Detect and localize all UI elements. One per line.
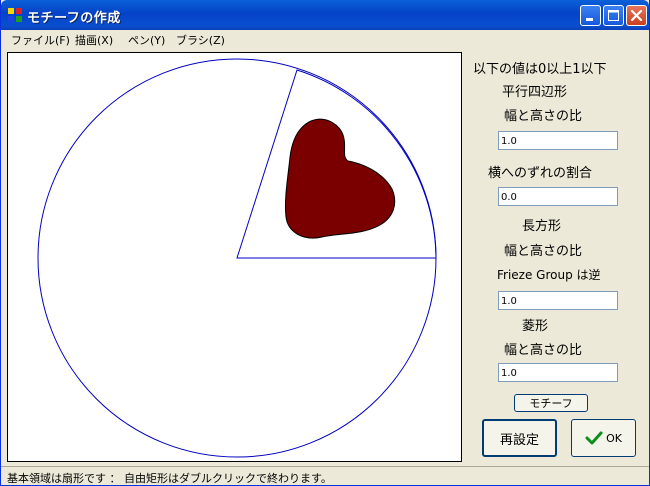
menu-draw[interactable]: 描画(X) bbox=[75, 32, 113, 48]
menu-bar: ファイル(F) 描画(X) ペン(Y) ブラシ(Z) bbox=[1, 30, 649, 50]
rectangle-ratio-label: 幅と高さの比 bbox=[504, 244, 583, 259]
status-text: 基本領域は扇形です ： 自由矩形はダブルクリックで終わります。 bbox=[7, 472, 332, 485]
maximize-button[interactable] bbox=[603, 5, 624, 26]
motif-shape[interactable] bbox=[285, 118, 396, 239]
ok-button-label: OK bbox=[606, 431, 622, 445]
window-title: モチーフの作成 bbox=[27, 11, 121, 26]
drawing-canvas[interactable] bbox=[7, 52, 462, 462]
rhombus-ratio-input[interactable] bbox=[498, 363, 618, 382]
settings-panel: 以下の値は0以上1以下 平行四辺形 幅と高さの比 横へのずれの割合 長方形 幅と… bbox=[466, 52, 648, 462]
minimize-button[interactable] bbox=[580, 5, 601, 26]
rectangle-ratio-input[interactable] bbox=[498, 291, 618, 310]
ok-button[interactable]: OK bbox=[571, 419, 636, 457]
maximize-icon bbox=[608, 10, 619, 21]
close-icon bbox=[630, 9, 643, 22]
status-bar: 基本領域は扇形です ： 自由矩形はダブルクリックで終わります。 bbox=[1, 466, 649, 485]
app-icon bbox=[8, 8, 22, 22]
shift-input[interactable] bbox=[498, 187, 618, 206]
close-button[interactable] bbox=[626, 5, 647, 26]
range-heading: 以下の値は0以上1以下 bbox=[473, 62, 607, 77]
main-window: モチーフの作成 ファイル(F) 描画(X) ペン(Y) ブラシ(Z) 以下の値は… bbox=[0, 0, 650, 486]
menu-brush[interactable]: ブラシ(Z) bbox=[176, 32, 225, 48]
frieze-label: Frieze Group は逆 bbox=[497, 268, 601, 282]
motif-button[interactable]: モチーフ bbox=[514, 394, 588, 412]
minimize-icon bbox=[586, 18, 593, 21]
menu-pen[interactable]: ペン(Y) bbox=[128, 32, 165, 48]
parallelogram-label: 平行四辺形 bbox=[502, 85, 568, 100]
parallelogram-ratio-input[interactable] bbox=[498, 131, 618, 150]
menu-file[interactable]: ファイル(F) bbox=[11, 32, 70, 48]
shift-label: 横へのずれの割合 bbox=[488, 166, 593, 181]
rectangle-label: 長方形 bbox=[522, 219, 562, 234]
reset-button[interactable]: 再設定 bbox=[482, 419, 557, 457]
parallelogram-ratio-label: 幅と高さの比 bbox=[504, 109, 583, 124]
rhombus-label: 菱形 bbox=[522, 319, 549, 334]
checkmark-icon bbox=[585, 431, 603, 445]
title-bar[interactable]: モチーフの作成 bbox=[1, 0, 649, 30]
rhombus-ratio-label: 幅と高さの比 bbox=[504, 343, 583, 358]
